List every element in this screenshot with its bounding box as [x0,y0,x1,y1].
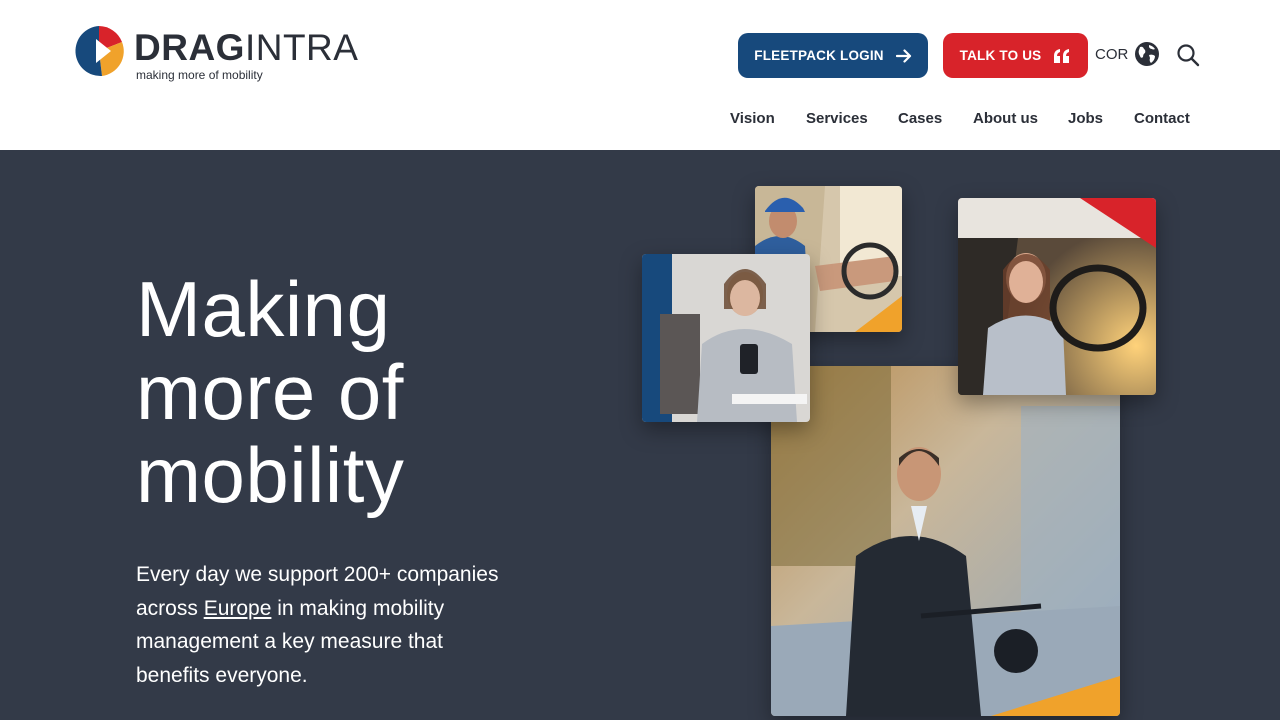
logo-tagline: making more of mobility [136,68,263,82]
search-icon[interactable] [1176,43,1200,67]
hero-description: Every day we support 200+ companies acro… [136,558,506,692]
photo-businessman-with-bike [771,366,1120,716]
logo-wordmark: DRAGINTRA [134,26,358,70]
hero-section: Making more of mobility Every day we sup… [0,150,1280,720]
photo-woman-driving [958,198,1156,395]
nav-item-cases[interactable]: Cases [898,110,942,127]
hero-title: Making more of mobility [136,268,636,517]
draginta-logo[interactable]: DRAGINTRA making more of mobility [72,22,372,86]
hero-title-line: Making [136,265,391,353]
site-header: DRAGINTRA making more of mobility FLEETP… [0,0,1280,150]
logo-word-light: INTRA [244,27,359,68]
fleetpack-login-label: FLEETPACK LOGIN [754,48,884,63]
nav-item-vision[interactable]: Vision [730,110,775,127]
nav-item-about-us[interactable]: About us [973,110,1038,127]
arrow-right-icon [895,48,911,63]
talk-to-us-button[interactable]: TALK TO US [943,33,1088,78]
logo-word-bold: DRAG [134,27,245,68]
globe-icon [1135,42,1160,66]
fleetpack-login-button[interactable]: FLEETPACK LOGIN [738,33,928,78]
hero-title-line: more of [136,348,404,436]
language-switcher[interactable]: COR [1095,42,1160,66]
nav-item-jobs[interactable]: Jobs [1068,110,1103,127]
talk-to-us-label: TALK TO US [959,48,1042,63]
nav-item-contact[interactable]: Contact [1134,110,1190,127]
quote-icon [1054,48,1070,63]
europe-link[interactable]: Europe [204,597,272,620]
language-label: COR [1095,45,1129,63]
hero-title-line: mobility [136,431,405,519]
nav-item-services[interactable]: Services [806,110,868,127]
photo-woman-with-phone [642,254,810,422]
logo-mark-icon [75,26,124,77]
